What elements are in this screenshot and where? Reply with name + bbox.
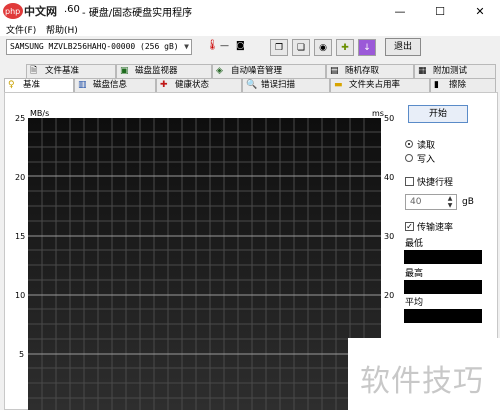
window-title: - 硬盘/固态硬盘实用程序 xyxy=(82,8,193,19)
y-tick-left: 20 xyxy=(15,173,26,182)
svg-text:中文网: 中文网 xyxy=(24,4,57,18)
tab-noise-management[interactable]: ◈ 自动噪音管理 xyxy=(212,64,326,78)
y-tick-left: 15 xyxy=(15,232,26,241)
folder-usage-icon: ▬ xyxy=(334,80,343,90)
y-tick-right: 20 xyxy=(384,291,395,300)
camera-icon[interactable]: ◉ xyxy=(314,39,332,56)
thermometer-icon: 🌡 xyxy=(206,40,219,51)
disk-info-icon: ▥ xyxy=(78,80,87,90)
write-radio[interactable] xyxy=(405,154,413,162)
tab-health[interactable]: ✚ 健康状态 xyxy=(156,78,242,92)
stroke-unit: gB xyxy=(462,197,474,207)
close-button[interactable]: ✕ xyxy=(460,0,500,22)
toolbar: SAMSUNG MZVLB256HAHQ-00000 (256 gB) ▼ 🌡 … xyxy=(0,36,500,60)
avg-label: 平均 xyxy=(405,298,424,308)
minimize-button[interactable]: — xyxy=(380,0,420,22)
tab-file-benchmark[interactable]: 🗎 文件基准 xyxy=(26,64,116,78)
tab-label: 擦除 xyxy=(449,80,467,90)
camera-small-icon: ◙ xyxy=(236,41,245,51)
title-bar: php 中文网 .60 - 硬盘/固态硬盘实用程序 — ☐ ✕ xyxy=(0,0,500,22)
php-logo: php 中文网 xyxy=(3,3,57,19)
max-label: 最高 xyxy=(405,269,424,279)
menu-help[interactable]: 帮助(H) xyxy=(46,23,78,36)
avg-value-box xyxy=(404,309,482,323)
random-access-icon: ▤ xyxy=(330,66,339,76)
drive-select-value: SAMSUNG MZVLB256HAHQ-00000 (256 gB) xyxy=(10,42,179,51)
noise-icon: ◈ xyxy=(216,66,223,76)
copy-icon[interactable]: ❐ xyxy=(270,39,288,56)
benchmark-chart xyxy=(28,118,381,410)
tab-disk-monitor[interactable]: ▣ 磁盘监视器 xyxy=(116,64,212,78)
menu-file[interactable]: 文件(F) xyxy=(6,23,36,36)
tab-erase[interactable]: ▮ 擦除 xyxy=(430,78,496,92)
min-value-box xyxy=(404,250,482,264)
tab-label: 健康状态 xyxy=(175,80,210,90)
benchmark-icon: ♀ xyxy=(8,80,15,90)
tab-label: 文件夹占用率 xyxy=(349,80,401,90)
y-tick-left: 25 xyxy=(15,114,26,123)
min-label: 最低 xyxy=(405,239,424,249)
short-stroke-checkbox[interactable] xyxy=(405,177,414,186)
max-value-box xyxy=(404,280,482,294)
tab-label: 附加测试 xyxy=(433,66,468,76)
chevron-down-icon: ▼ xyxy=(184,42,189,51)
copy2-icon[interactable]: ❏ xyxy=(292,39,310,56)
disk-monitor-icon: ▣ xyxy=(120,66,129,76)
chart-grid xyxy=(28,118,381,410)
start-button[interactable]: 开始 xyxy=(408,105,468,123)
tab-disk-info[interactable]: ▥ 磁盘信息 xyxy=(74,78,156,92)
tab-label: 错误扫描 xyxy=(261,80,296,90)
maximize-button[interactable]: ☐ xyxy=(420,0,460,22)
tab-label: 磁盘监视器 xyxy=(135,66,178,76)
drive-select[interactable]: SAMSUNG MZVLB256HAHQ-00000 (256 gB) ▼ xyxy=(6,39,192,55)
tab-error-scan[interactable]: 🔍 错误扫描 xyxy=(242,78,330,92)
tab-label: 自动噪音管理 xyxy=(231,66,283,76)
y-tick-right: 50 xyxy=(384,114,395,123)
y-unit-right: ms xyxy=(372,109,384,118)
title-version: .60 xyxy=(64,4,80,15)
menu-bar: 文件(F) 帮助(H) xyxy=(0,22,500,36)
tab-label: 随机存取 xyxy=(345,66,380,76)
tab-row-bottom: ♀ 基准 ▥ 磁盘信息 ✚ 健康状态 🔍 错误扫描 ▬ 文件夹占用率 ▮ 擦除 xyxy=(0,78,500,92)
tab-folder-usage[interactable]: ▬ 文件夹占用率 xyxy=(330,78,430,92)
error-scan-icon: 🔍 xyxy=(246,80,258,90)
read-label: 读取 xyxy=(417,141,436,151)
tab-label: 文件基准 xyxy=(45,66,80,76)
tab-label: 磁盘信息 xyxy=(93,80,128,90)
svg-text:php: php xyxy=(5,7,20,16)
y-tick-right: 40 xyxy=(384,173,395,182)
spin-arrows-icon[interactable]: ▲ ▼ xyxy=(444,195,456,209)
erase-icon: ▮ xyxy=(434,80,439,90)
transfer-rate-label: 传输速率 xyxy=(417,223,454,233)
exit-button[interactable]: 退出 xyxy=(385,38,421,56)
tab-random-access[interactable]: ▤ 随机存取 xyxy=(326,64,414,78)
download-icon[interactable]: ↓ xyxy=(358,39,376,56)
transfer-rate-checkbox[interactable]: ✓ xyxy=(405,222,414,231)
extra-tests-icon: ▦ xyxy=(418,66,427,76)
temperature-value: — xyxy=(220,41,229,51)
write-label: 写入 xyxy=(417,155,436,165)
read-radio[interactable] xyxy=(405,140,413,148)
tab-row-top: 🗎 文件基准 ▣ 磁盘监视器 ◈ 自动噪音管理 ▤ 随机存取 ▦ 附加测试 xyxy=(0,64,500,78)
tab-benchmark[interactable]: ♀ 基准 xyxy=(4,78,74,92)
y-tick-left: 5 xyxy=(19,350,25,359)
watermark-text: 软件技巧 xyxy=(360,364,484,399)
tab-label: 基准 xyxy=(23,80,41,90)
y-unit-left: MB/s xyxy=(30,109,50,118)
y-tick-right: 30 xyxy=(384,232,395,241)
health-icon: ✚ xyxy=(160,80,168,90)
short-stroke-label: 快捷行程 xyxy=(417,178,454,188)
file-benchmark-icon: 🗎 xyxy=(30,66,38,76)
tab-extra-tests[interactable]: ▦ 附加测试 xyxy=(414,64,496,78)
puzzle-icon[interactable]: ✚ xyxy=(336,39,354,56)
y-tick-left: 10 xyxy=(15,291,26,300)
